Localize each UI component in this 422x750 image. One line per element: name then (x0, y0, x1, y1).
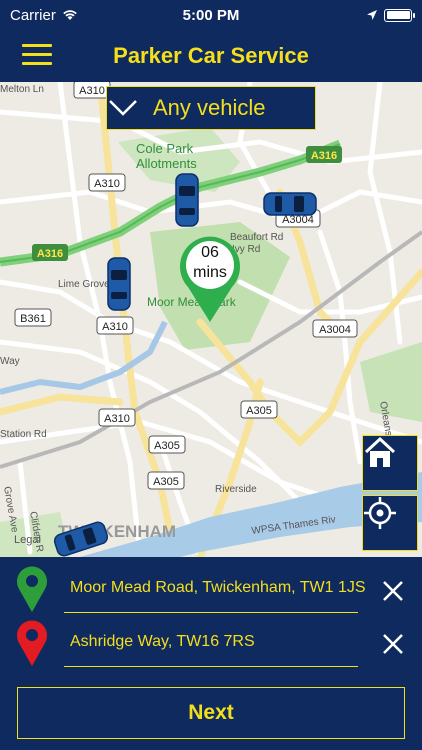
pickup-pin-icon (17, 566, 47, 612)
map-label-melton: Melton Ln (0, 84, 44, 95)
location-arrow-icon (367, 10, 377, 20)
svg-text:A3004: A3004 (282, 214, 314, 226)
svg-text:A305: A305 (153, 476, 179, 488)
status-bar: Carrier 5:00 PM (0, 0, 422, 30)
svg-text:A305: A305 (246, 405, 272, 417)
pickup-address[interactable]: Moor Mead Road, Twickenham, TW1 1JS (70, 579, 366, 597)
carrier-label: Carrier (10, 6, 56, 24)
chevron-down-icon (109, 100, 137, 116)
nav-bar: Parker Car Service (0, 30, 422, 82)
locate-me-button[interactable] (362, 495, 418, 551)
vehicle-type-value: Any vehicle (153, 95, 266, 120)
clear-dropoff-icon[interactable] (380, 631, 406, 657)
park-area (360, 342, 422, 422)
svg-text:A3004: A3004 (319, 324, 351, 336)
pickup-underline (64, 612, 358, 613)
dropoff-address[interactable]: Ashridge Way, TW16 7RS (70, 633, 255, 651)
map-view[interactable]: A310 A316 A310 A3004 A316 B361 A310 A300… (0, 82, 422, 557)
map-label-station-rd: Station Rd (0, 429, 47, 440)
battery-icon (384, 8, 415, 22)
pickup-row[interactable]: Moor Mead Road, Twickenham, TW1 1JS (0, 565, 422, 613)
trip-panel: Moor Mead Road, Twickenham, TW1 1JS Ashr… (0, 557, 422, 750)
map-label-way: Way (0, 356, 20, 367)
dropoff-pin-icon (17, 620, 47, 666)
eta-unit: mins (193, 264, 227, 281)
map-label-lime-grove: Lime Grove (58, 279, 110, 290)
wifi-icon (63, 10, 77, 20)
page-title: Parker Car Service (113, 43, 309, 68)
crosshair-icon (364, 497, 396, 529)
svg-text:A310: A310 (79, 85, 105, 97)
map-label-riverside: Riverside (215, 484, 257, 495)
dropoff-underline (64, 666, 358, 667)
svg-text:A305: A305 (154, 440, 180, 452)
status-left: Carrier (10, 7, 78, 24)
car-icon[interactable] (263, 192, 317, 216)
eta-value: 06 (201, 244, 219, 261)
dropoff-row[interactable]: Ashridge Way, TW16 7RS (0, 619, 422, 667)
map-label-legal: Legal (14, 534, 41, 546)
home-button[interactable] (362, 435, 418, 491)
eta-pin[interactable]: 06 mins (178, 232, 242, 324)
next-button[interactable]: Next (17, 687, 405, 739)
svg-text:A316: A316 (37, 248, 63, 260)
car-icon[interactable] (175, 173, 199, 227)
home-icon (364, 436, 396, 467)
map-label-allotments: Allotments (136, 156, 197, 171)
svg-text:A310: A310 (94, 178, 120, 190)
svg-text:A310: A310 (102, 321, 128, 333)
map-label-cole-park: Cole Park (136, 141, 194, 156)
svg-text:A316: A316 (311, 150, 337, 162)
status-right (366, 8, 415, 22)
car-icon[interactable] (107, 257, 131, 311)
svg-text:B361: B361 (20, 313, 46, 325)
svg-text:A310: A310 (104, 413, 130, 425)
vehicle-type-dropdown[interactable]: Any vehicle (106, 86, 316, 130)
clear-pickup-icon[interactable] (380, 578, 406, 604)
battery-level (386, 11, 410, 19)
